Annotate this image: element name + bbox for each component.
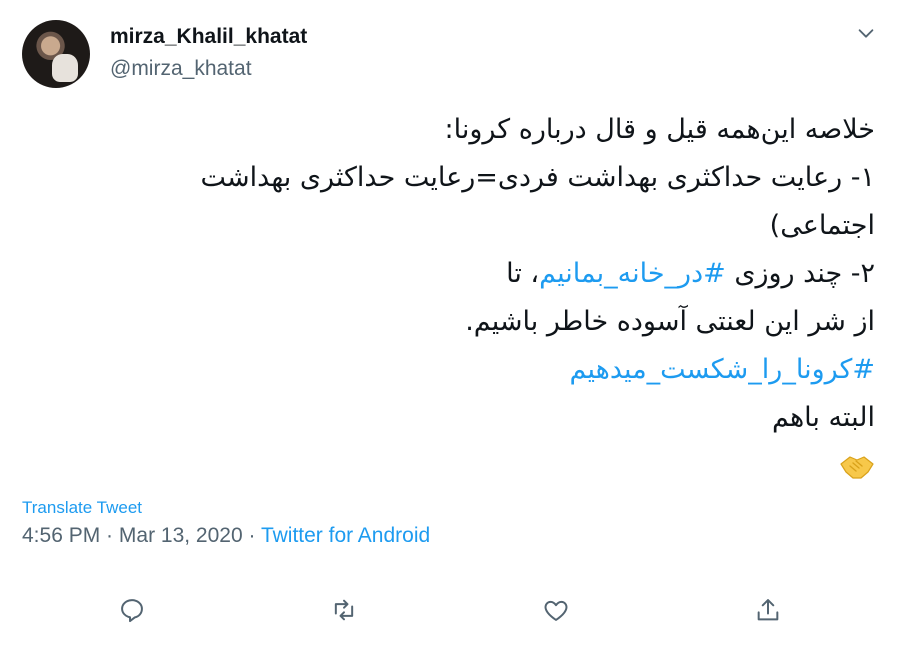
meta-separator: ·	[242, 524, 261, 547]
tweet-line: از شر این لعنتی آسوده خاطر باشیم.	[465, 306, 875, 337]
handshake-emoji-icon	[75, 442, 875, 490]
tweet-actions	[0, 590, 897, 630]
user-handle[interactable]: @mirza_khatat	[110, 56, 307, 82]
tweet-line: ۲- چند روزی #در_خانه_بمانیم، تا	[75, 250, 875, 298]
tweet-text: خلاصه این‌همه قیل و قال درباره کرونا: ۱-…	[75, 106, 875, 490]
hashtag-link[interactable]: #در_خانه_بمانیم	[539, 258, 726, 289]
tweet-text-fragment: ۲- چند روزی	[725, 258, 875, 289]
tweet-meta: 4:56 PM · Mar 13, 2020 · Twitter for And…	[22, 524, 430, 548]
like-icon[interactable]	[536, 590, 576, 630]
tweet-time[interactable]: 4:56 PM	[22, 524, 100, 547]
tweet-date[interactable]: Mar 13, 2020	[119, 524, 243, 547]
avatar[interactable]	[22, 20, 90, 88]
chevron-down-icon[interactable]	[855, 22, 877, 44]
hashtag-link[interactable]: #کرونا_را_شکست_میدهیم	[570, 354, 875, 385]
tweet-line: ۱- رعایت حداکثری بهداشت فردی=رعایت حداکث…	[200, 162, 875, 193]
display-name[interactable]: mirza_Khalil_khatat	[110, 24, 307, 50]
tweet-line: خلاصه این‌همه قیل و قال درباره کرونا:	[444, 114, 876, 145]
reply-icon[interactable]	[112, 590, 152, 630]
share-icon[interactable]	[748, 590, 788, 630]
meta-separator: ·	[100, 524, 119, 547]
tweet-line: البته باهم	[771, 402, 875, 433]
tweet-text-fragment: ، تا	[506, 258, 540, 289]
retweet-icon[interactable]	[324, 590, 364, 630]
translate-tweet-link[interactable]: Translate Tweet	[22, 498, 142, 518]
tweet-header: mirza_Khalil_khatat @mirza_khatat	[22, 20, 877, 90]
author-names[interactable]: mirza_Khalil_khatat @mirza_khatat	[110, 24, 307, 82]
tweet-line: اجتماعی)	[769, 210, 875, 241]
tweet-source-link[interactable]: Twitter for Android	[261, 524, 430, 547]
tweet-line: #کرونا_را_شکست_میدهیم	[75, 346, 875, 394]
